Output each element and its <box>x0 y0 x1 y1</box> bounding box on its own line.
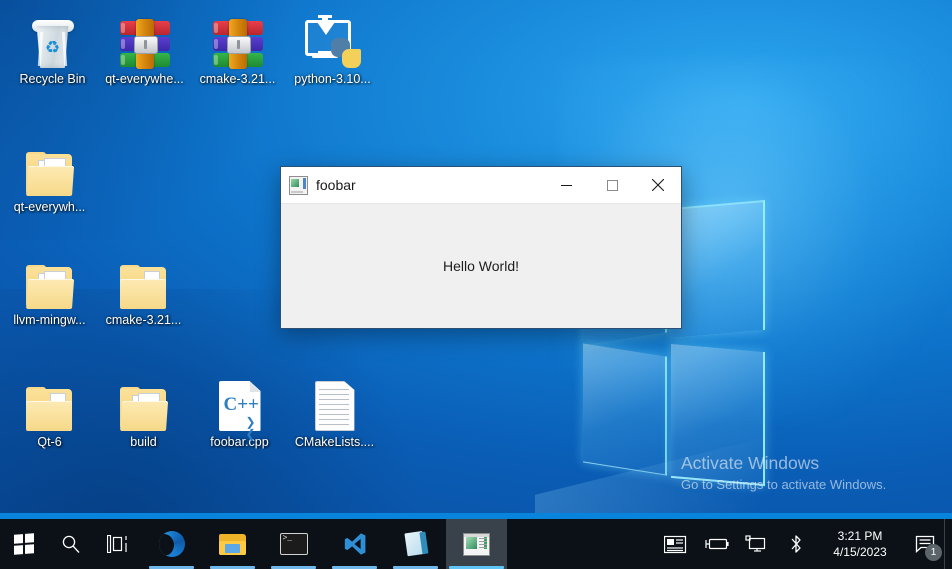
app-icon <box>463 532 490 556</box>
terminal-icon <box>279 533 308 555</box>
task-view-icon <box>106 535 127 553</box>
desktop-icon-label: qt-everywh... <box>13 200 86 214</box>
recycle-bin-icon: ♻ <box>5 12 100 68</box>
python-installer-icon <box>285 12 380 68</box>
hello-world-label: Hello World! <box>443 257 519 274</box>
windows-logo-icon <box>13 533 34 555</box>
news-icon <box>664 535 687 553</box>
foobar-window[interactable]: foobar Hello World! <box>280 166 682 329</box>
window-title-text: foobar <box>316 177 356 193</box>
edge-icon <box>158 531 185 557</box>
desktop-icon-cmakelists[interactable]: CMakeLists.... <box>287 375 382 449</box>
desktop-icon-label: cmake-3.21... <box>105 313 182 327</box>
taskbar-app-file-explorer[interactable] <box>202 519 263 569</box>
taskbar-apps <box>0 519 507 569</box>
desktop-icon-label: build <box>130 435 157 449</box>
desktop-icon-label: Recycle Bin <box>19 72 86 86</box>
notification-center-button[interactable]: 1 <box>906 519 944 569</box>
battery-button[interactable] <box>696 519 736 569</box>
clock-time: 3:21 PM <box>837 529 883 543</box>
desktop-icon-foobar-cpp[interactable]: C++ ❯❮ foobar.cpp <box>192 375 287 449</box>
desktop-icon-cmake-archive[interactable]: cmake-3.21... <box>190 12 285 86</box>
bluetooth-icon <box>791 535 801 553</box>
text-file-icon <box>287 375 382 431</box>
watermark-title: Activate Windows <box>681 453 820 473</box>
desktop-screen: ♻ Recycle Bin qt-everywhe... cmake-3.21.… <box>0 0 952 569</box>
desktop-icon-label: llvm-mingw... <box>13 313 86 327</box>
folder-icon <box>96 375 191 431</box>
activate-windows-watermark: Activate Windows Go to Settings to activ… <box>681 452 941 494</box>
start-button[interactable] <box>0 519 47 569</box>
minimize-button[interactable] <box>543 168 589 203</box>
desktop-icon-llvm-mingw-folder[interactable]: llvm-mingw... <box>2 253 97 327</box>
show-desktop-button[interactable] <box>944 519 952 569</box>
taskbar-app-vscode[interactable] <box>324 519 385 569</box>
folder-icon <box>2 253 97 309</box>
task-view-button[interactable] <box>94 519 141 569</box>
desktop-icon-label: python-3.10... <box>294 72 371 86</box>
folder-icon <box>2 140 97 196</box>
winrar-archive-icon <box>190 12 285 69</box>
close-button[interactable] <box>635 168 681 203</box>
system-tray: 3:21 PM 4/15/2023 1 <box>656 519 952 569</box>
notepad-icon <box>402 530 429 557</box>
search-icon <box>62 535 79 553</box>
news-button[interactable] <box>656 519 696 569</box>
taskbar-app-edge[interactable] <box>141 519 202 569</box>
desktop-icon-qt6-folder[interactable]: Qt-6 <box>2 375 97 449</box>
folder-icon <box>96 253 191 309</box>
clock[interactable]: 3:21 PM 4/15/2023 <box>816 528 906 560</box>
taskbar: 3:21 PM 4/15/2023 1 <box>0 513 952 569</box>
window-title-bar[interactable]: foobar <box>281 167 681 204</box>
folder-icon <box>219 533 246 555</box>
app-icon <box>289 175 308 195</box>
logo-pane-3 <box>583 343 667 476</box>
desktop-icon-label: foobar.cpp <box>210 435 269 449</box>
desktop-icon-qt-folder[interactable]: qt-everywh... <box>2 140 97 214</box>
winrar-archive-icon <box>97 12 192 69</box>
desktop-icon-cmake-folder[interactable]: cmake-3.21... <box>96 253 191 327</box>
taskbar-app-notepad[interactable] <box>385 519 446 569</box>
folder-icon <box>2 375 97 431</box>
network-button[interactable] <box>736 519 776 569</box>
vscode-icon <box>344 533 365 555</box>
desktop-icon-label: Qt-6 <box>37 435 62 449</box>
desktop-icon-label: cmake-3.21... <box>199 72 276 86</box>
maximize-button[interactable] <box>589 168 635 203</box>
notification-badge: 1 <box>925 544 942 561</box>
bluetooth-button[interactable] <box>776 519 816 569</box>
desktop-icon-python-installer[interactable]: python-3.10... <box>285 12 380 86</box>
desktop-icon-label: CMakeLists.... <box>294 435 375 449</box>
cpp-file-icon: C++ ❯❮ <box>192 375 287 440</box>
desktop-icon-recycle-bin[interactable]: ♻ Recycle Bin <box>5 12 100 86</box>
desktop-icon-label: qt-everywhe... <box>105 72 184 86</box>
watermark-subtitle: Go to Settings to activate Windows. <box>681 477 887 492</box>
clock-date: 4/15/2023 <box>833 545 887 559</box>
logo-pane-2 <box>671 199 765 339</box>
search-button[interactable] <box>47 519 94 569</box>
battery-icon <box>705 538 729 550</box>
window-content-area: Hello World! <box>281 204 681 327</box>
taskbar-app-foobar[interactable] <box>446 519 507 569</box>
desktop-icon-qt-archive[interactable]: qt-everywhe... <box>97 12 192 86</box>
network-icon <box>745 535 766 552</box>
desktop-icon-build-folder[interactable]: build <box>96 375 191 449</box>
taskbar-app-terminal[interactable] <box>263 519 324 569</box>
